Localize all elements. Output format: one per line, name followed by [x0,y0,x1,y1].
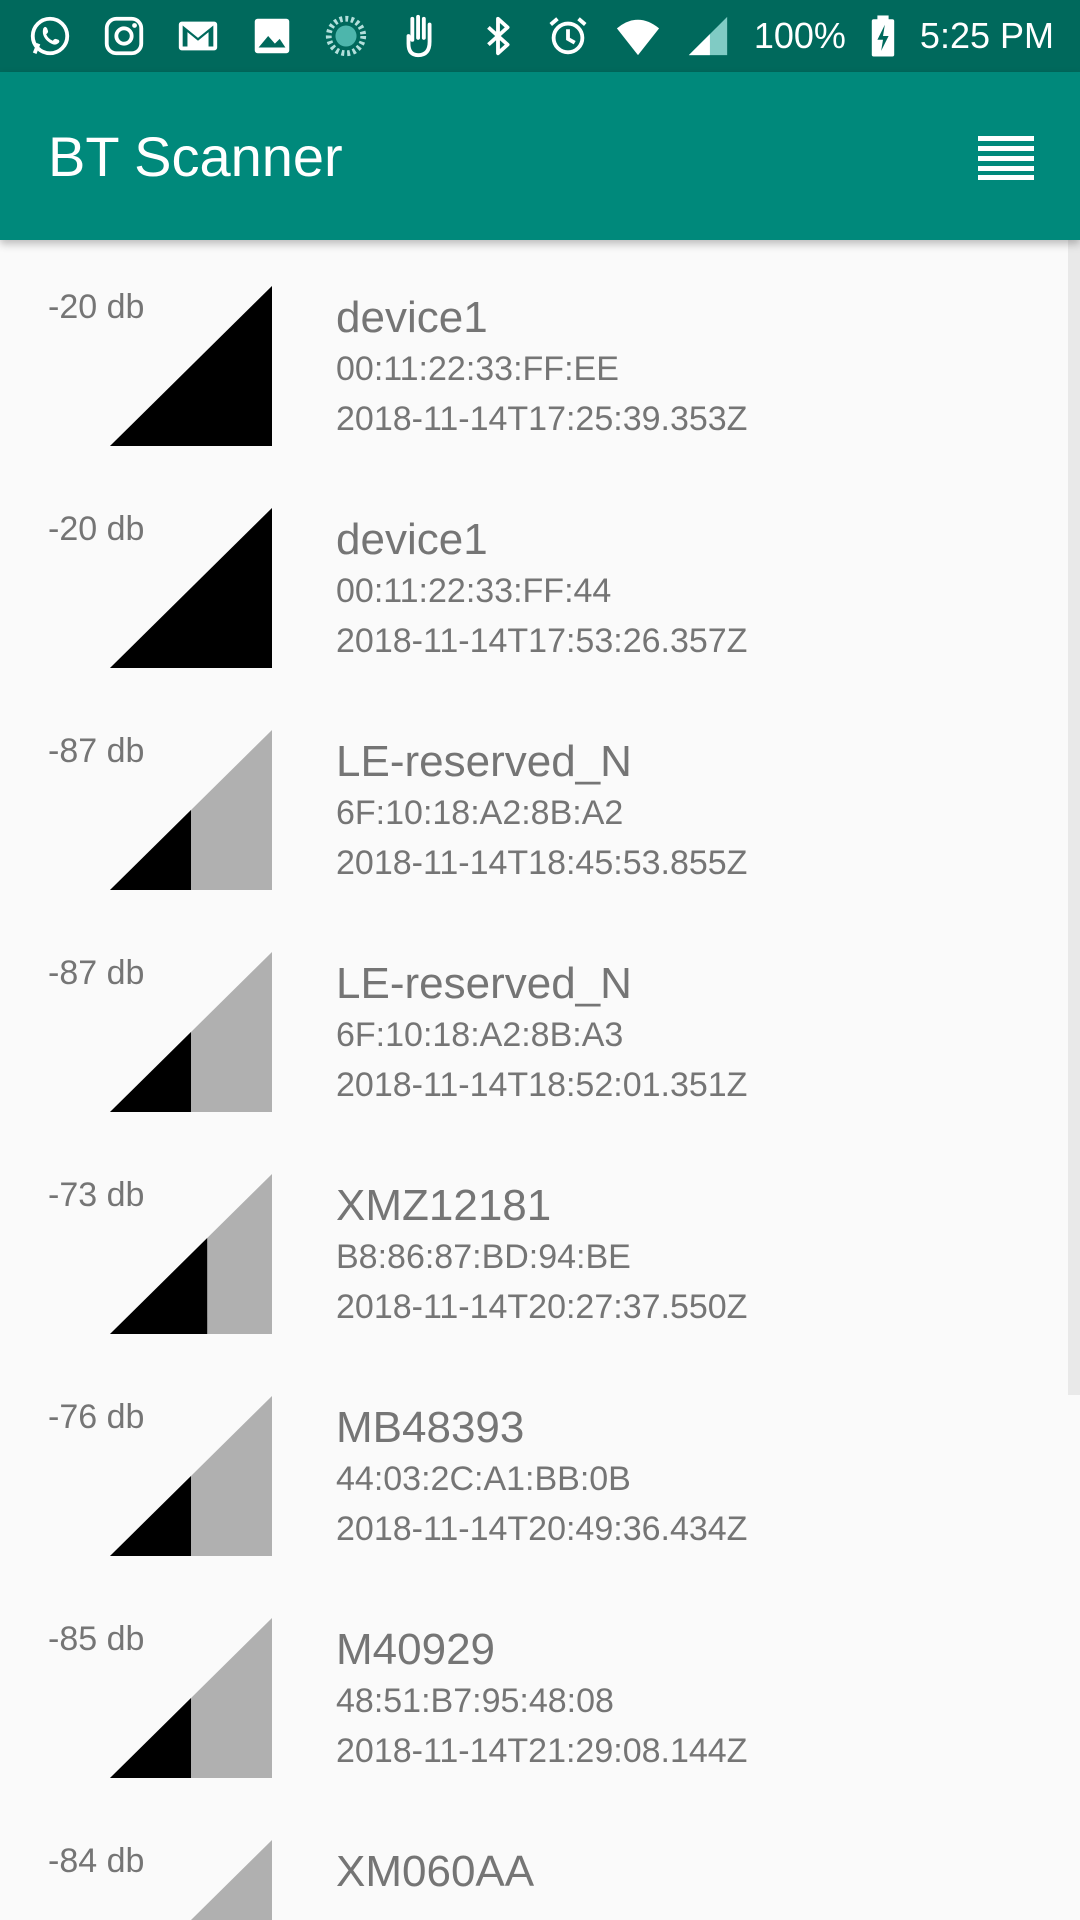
list-menu-button[interactable] [976,126,1036,186]
device-name: device1 [336,515,488,564]
device-list[interactable]: -20 db device1 00:11:22:33:FF:EE 2018-11-14… [0,240,1080,1920]
device-row[interactable]: -73 db XMZ12181 B8:86:87:BD:94:BE 2018-11-1… [0,1128,1080,1350]
signal-filled-area [110,1032,191,1112]
signal-strength-icon [191,1840,272,1920]
signal-strength-icon [110,1396,272,1556]
system-icons: 100% 5:25 PM [474,12,1054,60]
gallery-icon [248,12,296,60]
whatsapp-icon [26,12,74,60]
device-mac: 00:11:22:33:FF:EE [336,350,619,388]
device-row[interactable]: -84 db XM060AA [0,1794,1080,1920]
alarm-icon [544,12,592,60]
device-name: LE-reserved_N [336,737,632,786]
device-name: XM060AA [336,1847,535,1896]
signal-filled-area [110,1238,208,1334]
device-row[interactable]: -85 db M40929 48:51:B7:95:48:08 2018-11-14T… [0,1572,1080,1794]
device-timestamp: 2018-11-14T17:53:26.357Z [336,622,748,660]
device-info: XMZ12181 B8:86:87:BD:94:BE 2018-11-14T20:2… [336,1180,747,1332]
device-info: MB48393 44:03:2C:A1:BB:0B 2018-11-14T20:49… [336,1402,747,1554]
device-row[interactable]: -76 db MB48393 44:03:2C:A1:BB:0B 2018-11-14… [0,1350,1080,1572]
device-row[interactable]: -20 db device1 00:11:22:33:FF:EE 2018-11-14… [0,240,1080,462]
device-info: XM060AA [336,1846,534,1898]
scrollbar[interactable] [1068,240,1080,1395]
signal-strength-icon [110,286,272,446]
device-name: XMZ12181 [336,1181,552,1230]
device-row[interactable]: -20 db device1 00:11:22:33:FF:44 2018-11-14… [0,462,1080,684]
signal-filled-area [110,1698,191,1778]
signal-strength-icon [110,1618,272,1778]
device-mac: 6F:10:18:A2:8B:A3 [336,1016,624,1054]
cell-signal-icon [684,12,732,60]
battery-percent: 100% [753,15,846,56]
signal-filled-area [110,810,191,890]
app-bar: BT Scanner [0,72,1080,240]
status-bar: 100% 5:25 PM [0,0,1080,72]
device-mac: 6F:10:18:A2:8B:A2 [336,794,624,832]
device-timestamp: 2018-11-14T18:45:53.855Z [336,844,748,882]
device-info: LE-reserved_N 6F:10:18:A2:8B:A3 2018-11-14… [336,958,747,1110]
device-name: LE-reserved_N [336,959,632,1008]
sync-icon [322,12,370,60]
hand-icon [396,12,444,60]
wifi-icon [614,12,662,60]
device-timestamp: 2018-11-14T21:29:08.144Z [336,1732,748,1770]
signal-empty-area [191,1840,272,1920]
device-timestamp: 2018-11-14T20:49:36.434Z [336,1510,748,1548]
signal-filled-area [110,508,272,668]
device-timestamp: 2018-11-14T17:25:39.353Z [336,400,748,438]
device-mac: B8:86:87:BD:94:BE [336,1238,631,1276]
device-info: LE-reserved_N 6F:10:18:A2:8B:A2 2018-11-14… [336,736,747,888]
signal-strength-icon [110,952,272,1112]
device-timestamp: 2018-11-14T18:52:01.351Z [336,1066,748,1104]
device-name: M40929 [336,1625,496,1674]
list-menu-icon [978,136,1034,180]
signal-strength-icon [110,508,272,668]
signal-strength-icon [110,730,272,890]
device-mac: 44:03:2C:A1:BB:0B [336,1460,631,1498]
device-info: device1 00:11:22:33:FF:EE 2018-11-14T17:25… [336,292,747,444]
instagram-icon [100,12,148,60]
app-title: BT Scanner [48,124,343,188]
device-row[interactable]: -87 db LE-reserved_N 6F:10:18:A2:8B:A3 2018… [0,906,1080,1128]
device-name: device1 [336,293,488,342]
signal-filled-area [110,1476,191,1556]
device-info: device1 00:11:22:33:FF:44 2018-11-14T17:53… [336,514,747,666]
device-mac: 48:51:B7:95:48:08 [336,1682,614,1720]
device-name: MB48393 [336,1403,525,1452]
notification-icons [26,12,444,60]
device-timestamp: 2018-11-14T20:27:37.550Z [336,1288,748,1326]
gmail-icon [174,12,222,60]
signal-strength-icon [110,1174,272,1334]
device-info: M40929 48:51:B7:95:48:08 2018-11-14T21:29:… [336,1624,747,1776]
bluetooth-icon [474,12,522,60]
signal-filled-area [110,286,272,446]
battery-charging-icon [868,12,898,60]
device-row[interactable]: -87 db LE-reserved_N 6F:10:18:A2:8B:A2 2018… [0,684,1080,906]
clock: 5:25 PM [919,15,1054,56]
device-mac: 00:11:22:33:FF:44 [336,572,612,610]
